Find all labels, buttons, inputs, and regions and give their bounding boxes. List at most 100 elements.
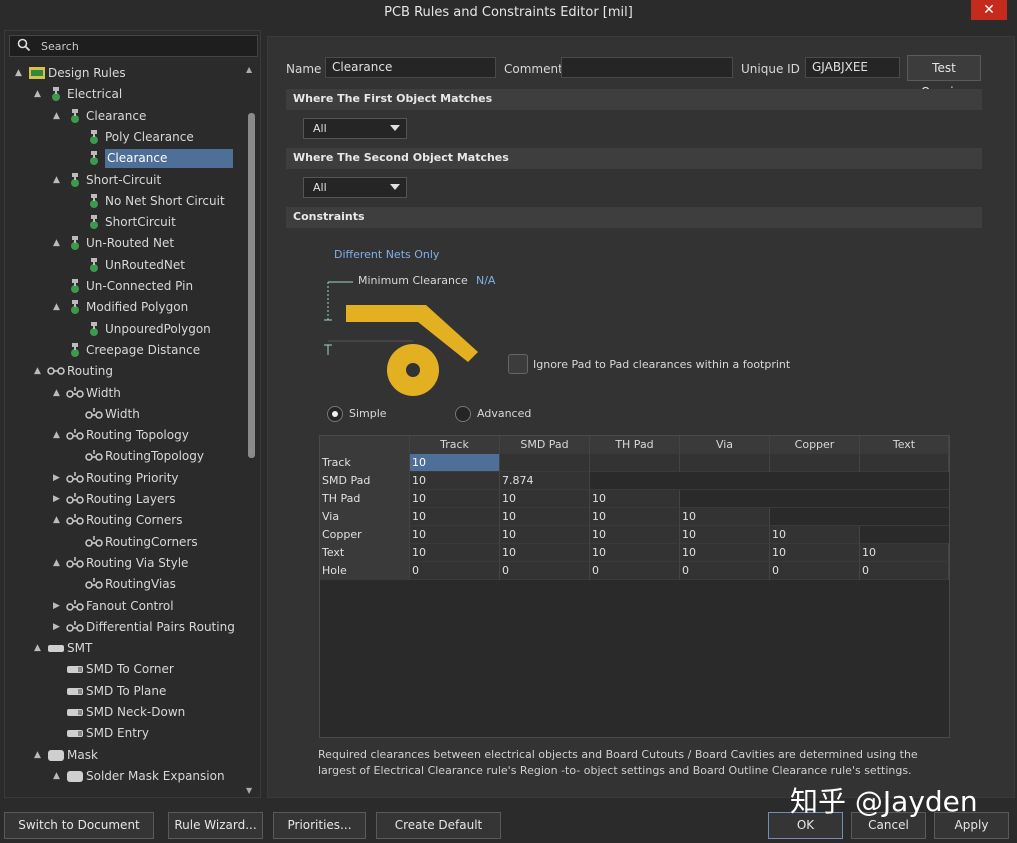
matrix-cell[interactable]: 10 xyxy=(680,526,770,544)
comment-field[interactable] xyxy=(561,57,733,78)
second-object-select[interactable]: All xyxy=(303,177,407,198)
create-default-rules-button[interactable]: Create Default Rules xyxy=(376,812,501,839)
tree-item[interactable]: ▲ Routing xyxy=(5,361,245,381)
collapse-arrow-icon[interactable] xyxy=(72,409,82,419)
tree-item[interactable]: UnRoutedNet xyxy=(5,255,245,275)
tree-item[interactable]: ▶ Differential Pairs Routing xyxy=(5,617,245,637)
collapse-arrow-icon[interactable] xyxy=(53,686,63,696)
matrix-cell[interactable]: 0 xyxy=(500,562,590,580)
collapse-arrow-icon[interactable]: ▲ xyxy=(15,68,25,78)
search-input[interactable]: Search xyxy=(9,35,258,57)
close-button[interactable]: ✕ xyxy=(971,0,1007,20)
collapse-arrow-icon[interactable]: ▲ xyxy=(34,89,44,99)
matrix-cell[interactable]: 10 xyxy=(500,508,590,526)
collapse-arrow-icon[interactable]: ▲ xyxy=(34,366,44,376)
tree-item[interactable]: ▲ Routing Corners xyxy=(5,510,245,530)
matrix-cell[interactable]: 10 xyxy=(410,508,500,526)
scrollbar-thumb[interactable] xyxy=(248,113,255,458)
tree-item[interactable]: SMD To Corner xyxy=(5,659,245,679)
collapse-arrow-icon[interactable]: ▲ xyxy=(53,238,63,248)
tree-item[interactable]: RoutingTopology xyxy=(5,446,245,466)
tree-item[interactable]: ▲ Un-Routed Net xyxy=(5,233,245,253)
matrix-cell[interactable]: 10 xyxy=(500,490,590,508)
matrix-cell[interactable]: 10 xyxy=(410,526,500,544)
simple-radio[interactable] xyxy=(327,406,343,422)
matrix-cell[interactable]: 7.874 xyxy=(500,472,590,490)
expand-arrow-icon[interactable]: ▶ xyxy=(53,473,63,483)
tree-item[interactable]: ▶ Routing Priority xyxy=(5,468,245,488)
matrix-cell[interactable]: 10 xyxy=(500,544,590,562)
collapse-arrow-icon[interactable] xyxy=(72,324,82,334)
scroll-down-icon[interactable]: ▼ xyxy=(246,786,252,795)
tree-item[interactable]: RoutingVias xyxy=(5,574,245,594)
tree-item[interactable]: ▲ SMT xyxy=(5,638,245,658)
matrix-cell[interactable]: 0 xyxy=(680,562,770,580)
collapse-arrow-icon[interactable]: ▲ xyxy=(53,388,63,398)
ignore-pad-checkbox[interactable] xyxy=(508,354,528,374)
tree-item[interactable]: ▲ Modified Polygon xyxy=(5,297,245,317)
matrix-cell[interactable]: 10 xyxy=(770,526,860,544)
tree-item[interactable]: ▲ Design Rules xyxy=(5,63,245,83)
collapse-arrow-icon[interactable] xyxy=(72,451,82,461)
matrix-cell[interactable]: 10 xyxy=(410,544,500,562)
tree-item[interactable]: ▲ Electrical xyxy=(5,84,245,104)
collapse-arrow-icon[interactable]: ▲ xyxy=(53,302,63,312)
matrix-cell[interactable]: 0 xyxy=(770,562,860,580)
matrix-cell[interactable]: 10 xyxy=(410,454,500,472)
tree-item[interactable]: Un-Connected Pin xyxy=(5,276,245,296)
test-queries-button[interactable]: Test Queries xyxy=(907,55,981,99)
collapse-arrow-icon[interactable]: ▲ xyxy=(53,771,63,781)
tree-item[interactable]: ▲ Routing Via Style xyxy=(5,553,245,573)
collapse-arrow-icon[interactable] xyxy=(53,728,63,738)
tree-scrollbar[interactable]: ▲ ▼ xyxy=(245,65,257,795)
tree-item[interactable]: ▲ Short-Circuit xyxy=(5,170,245,190)
tree-item[interactable]: Poly Clearance xyxy=(5,127,245,147)
collapse-arrow-icon[interactable] xyxy=(72,579,82,589)
tree-item[interactable]: UnpouredPolygon xyxy=(5,319,245,339)
matrix-cell[interactable]: 10 xyxy=(860,544,949,562)
name-field[interactable]: Clearance xyxy=(325,57,496,78)
collapse-arrow-icon[interactable] xyxy=(53,281,63,291)
switch-to-document-view-button[interactable]: Switch to Document View xyxy=(4,812,154,839)
tree-item[interactable]: ▶ Routing Layers xyxy=(5,489,245,509)
expand-arrow-icon[interactable]: ▶ xyxy=(53,494,63,504)
first-object-select[interactable]: All xyxy=(303,118,407,139)
matrix-cell[interactable]: 0 xyxy=(860,562,949,580)
unique-id-field[interactable]: GJABJXEE xyxy=(805,57,900,78)
matrix-cell[interactable]: 10 xyxy=(680,508,770,526)
collapse-arrow-icon[interactable] xyxy=(72,217,82,227)
matrix-cell[interactable]: 0 xyxy=(410,562,500,580)
collapse-arrow-icon[interactable] xyxy=(72,196,82,206)
collapse-arrow-icon[interactable]: ▲ xyxy=(53,111,63,121)
tree-item[interactable]: ShortCircuit xyxy=(5,212,245,232)
matrix-cell[interactable]: 10 xyxy=(770,544,860,562)
tree-item[interactable]: ▲ Routing Topology xyxy=(5,425,245,445)
collapse-arrow-icon[interactable] xyxy=(72,132,82,142)
collapse-arrow-icon[interactable] xyxy=(72,153,82,163)
advanced-radio[interactable] xyxy=(455,406,471,422)
matrix-cell[interactable]: 10 xyxy=(590,526,680,544)
matrix-cell[interactable]: 10 xyxy=(590,508,680,526)
tree-item[interactable]: ▶ Fanout Control xyxy=(5,596,245,616)
priorities-button[interactable]: Priorities... xyxy=(273,812,366,839)
collapse-arrow-icon[interactable] xyxy=(72,537,82,547)
collapse-arrow-icon[interactable]: ▲ xyxy=(53,430,63,440)
expand-arrow-icon[interactable]: ▶ xyxy=(53,601,63,611)
collapse-arrow-icon[interactable] xyxy=(72,260,82,270)
matrix-cell[interactable]: 0 xyxy=(590,562,680,580)
tree-item[interactable]: ▲ Mask xyxy=(5,745,245,765)
tree-item[interactable]: Clearance xyxy=(5,148,245,169)
net-scope-link[interactable]: Different Nets Only xyxy=(334,248,439,261)
collapse-arrow-icon[interactable] xyxy=(53,345,63,355)
tree-item[interactable]: SMD Entry xyxy=(5,723,245,743)
collapse-arrow-icon[interactable]: ▲ xyxy=(53,175,63,185)
tree-item[interactable]: ▲ Width xyxy=(5,383,245,403)
matrix-cell[interactable]: 10 xyxy=(590,490,680,508)
tree-item[interactable]: SMD To Plane xyxy=(5,681,245,701)
matrix-cell[interactable]: 10 xyxy=(410,472,500,490)
tree-item[interactable]: Width xyxy=(5,404,245,424)
collapse-arrow-icon[interactable]: ▲ xyxy=(53,515,63,525)
collapse-arrow-icon[interactable] xyxy=(53,664,63,674)
matrix-cell[interactable]: 10 xyxy=(410,490,500,508)
collapse-arrow-icon[interactable]: ▲ xyxy=(53,558,63,568)
